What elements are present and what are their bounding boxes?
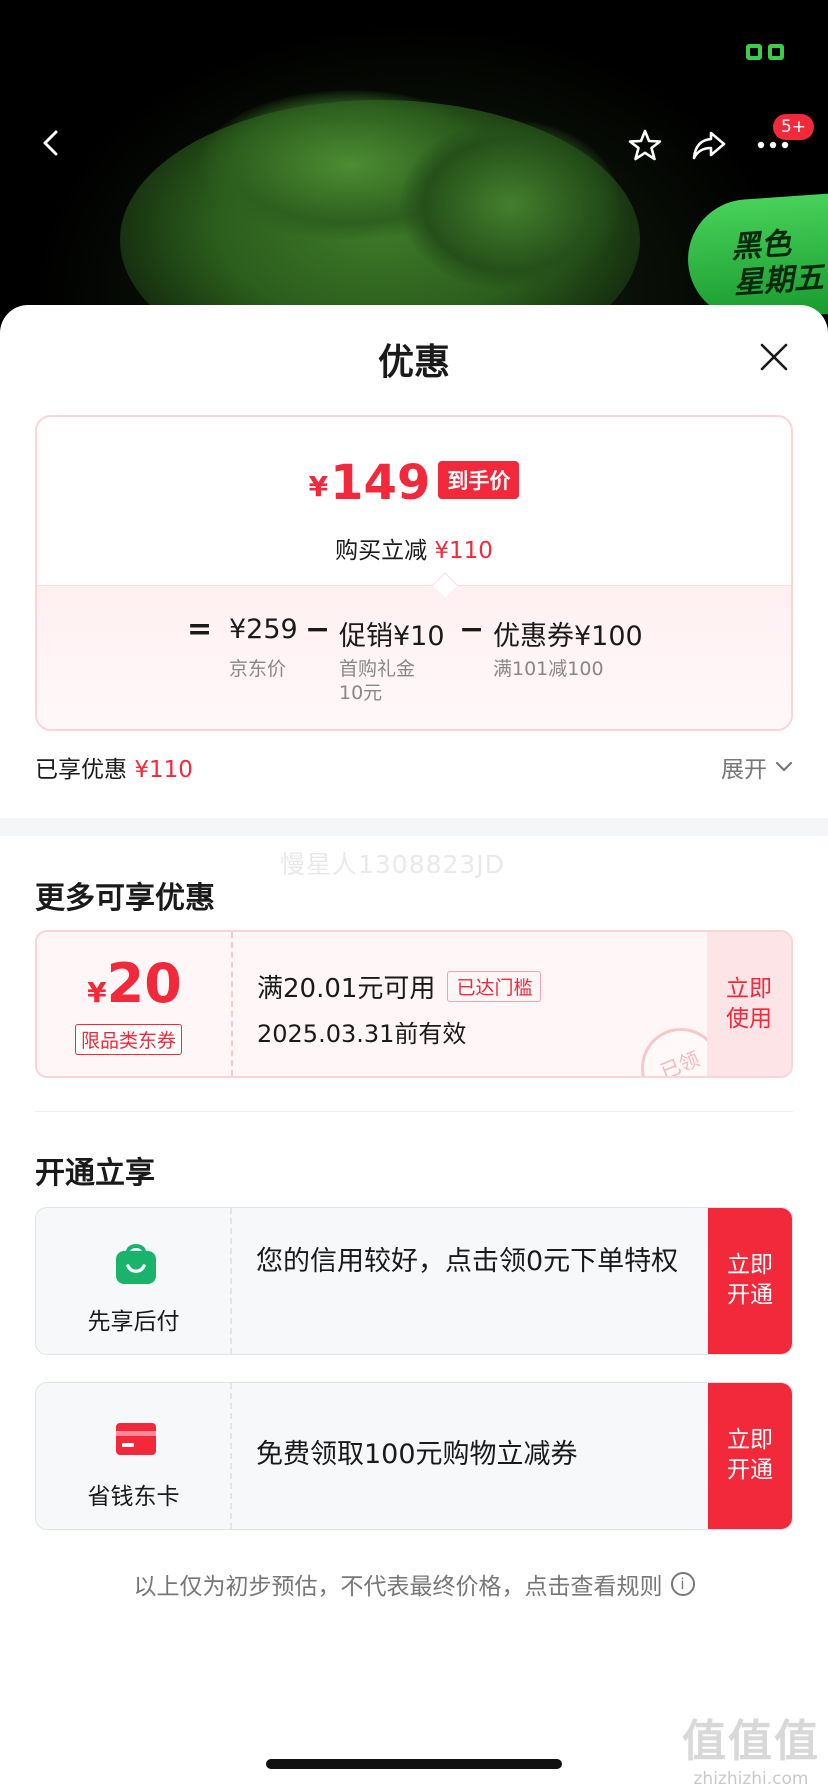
coupon-discount: 优惠券¥100 <box>493 621 643 652</box>
instant-reduction: 购买立减 ¥110 <box>37 531 791 565</box>
price-disclaimer[interactable]: 以上仅为初步预估，不代表最终价格，点击查看规则 i <box>0 1567 828 1601</box>
open-section-title: 开通立享 <box>35 1156 155 1191</box>
pay-later-label: 先享后付 <box>87 1309 180 1335</box>
savings-card-label: 省钱东卡 <box>87 1484 180 1510</box>
bonsai-foliage <box>400 120 620 290</box>
coupon-card: ¥20 限品类东券 满20.01元可用 已达门槛 2025.03.31前有效 已… <box>35 930 793 1078</box>
coupon-value: ¥20 限品类东券 <box>37 932 232 1076</box>
share-button[interactable] <box>690 126 728 164</box>
enjoyed-amount: ¥110 <box>134 757 193 783</box>
currency-symbol: ¥ <box>308 470 329 503</box>
threshold-reached-tag: 已达门槛 <box>447 971 542 1002</box>
enjoyed-label: 已享优惠 <box>35 757 127 783</box>
price-calculation: = ¥259 京东价 − 促销¥10 首购礼金 10元 − 优惠券¥100 满1… <box>37 585 791 729</box>
user-watermark: 慢星人1308823JD <box>280 850 505 879</box>
coupon-separator <box>231 932 233 1076</box>
back-button[interactable] <box>36 128 66 158</box>
reduce-amount: ¥110 <box>434 538 493 564</box>
product-image-area: 5+ 黑色 星期五 <box>0 0 828 330</box>
price-summary: ¥ 149 到手价 购买立减 ¥110 <box>37 417 791 585</box>
button-line1: 立即 <box>727 1427 773 1453</box>
enjoyed-discount: 已享优惠 ¥110 <box>35 750 193 784</box>
site-url: zhizhizhi.com <box>693 1769 809 1789</box>
favorite-button[interactable] <box>626 126 664 164</box>
button-line2: 开通 <box>727 1282 773 1308</box>
section-divider <box>0 818 828 836</box>
final-price: 149 <box>330 455 431 511</box>
coupon-category: 限品类东券 <box>75 1024 183 1055</box>
button-line1: 立即 <box>726 976 772 1002</box>
coupon-validity: 2025.03.31前有效 <box>257 1020 467 1048</box>
enjoyed-discount-row: 已享优惠 ¥110 展开 <box>35 747 793 787</box>
minus-sign: − <box>459 612 485 647</box>
savings-card: 省钱东卡 免费领取100元购物立减券 立即 开通 <box>35 1382 793 1530</box>
expand-label: 展开 <box>721 757 767 783</box>
button-line1: 立即 <box>727 1252 773 1278</box>
card-separator <box>230 1208 232 1354</box>
coupon-condition: 满101减100 <box>493 658 604 680</box>
open-pay-later-button[interactable]: 立即 开通 <box>708 1208 792 1354</box>
price-breakdown-card: ¥ 149 到手价 购买立减 ¥110 = ¥259 京东价 − 促销¥10 首… <box>35 415 793 731</box>
savings-card-label-area: 省钱东卡 <box>36 1383 231 1529</box>
coupon-condition-text: 满20.01元可用 <box>257 974 436 1004</box>
chevron-down-icon <box>775 761 793 772</box>
coupon-amount-value: 20 <box>106 952 182 1015</box>
promo-sub-line1: 首购礼金 <box>339 658 416 680</box>
coupon-condition-row: 满20.01元可用 已达门槛 <box>257 968 542 1005</box>
final-price-tag: 到手价 <box>438 461 520 499</box>
savings-card-text: 免费领取100元购物立减券 <box>256 1439 578 1470</box>
promo-tag-line2: 星期五 <box>732 260 825 302</box>
open-savings-card-button[interactable]: 立即 开通 <box>708 1383 792 1529</box>
sheet-title: 优惠 <box>377 342 450 383</box>
share-icon <box>692 131 726 160</box>
home-indicator[interactable] <box>266 1759 562 1769</box>
site-logo: 值值值 <box>682 1716 820 1767</box>
minus-sign: − <box>305 612 331 647</box>
pay-later-card: 先享后付 您的信用较好，点击领0元下单特权 立即 开通 <box>35 1207 793 1355</box>
close-button[interactable] <box>756 339 792 375</box>
divider <box>35 1111 793 1112</box>
discount-sheet: 优惠 ¥ 149 到手价 购买立减 ¥110 = ¥259 京东价 − 促销¥1… <box>0 305 828 1792</box>
card-separator <box>230 1383 232 1529</box>
coupon-amount: ¥20 <box>37 956 232 1012</box>
promo-sub-line2: 10元 <box>339 682 383 704</box>
pay-later-text: 您的信用较好，点击领0元下单特权 <box>256 1246 679 1277</box>
button-line2: 开通 <box>727 1457 773 1483</box>
reduce-label: 购买立减 <box>335 538 428 564</box>
equals-sign: = <box>187 612 213 647</box>
close-icon <box>760 343 788 371</box>
message-count-badge: 5+ <box>772 114 814 140</box>
bank-card-icon <box>116 1423 156 1455</box>
disclaimer-text: 以上仅为初步预估，不代表最终价格，点击查看规则 <box>133 1574 663 1600</box>
star-icon <box>628 129 662 161</box>
coupon-currency: ¥ <box>87 976 107 1009</box>
jd-price-label: 京东价 <box>229 658 287 680</box>
site-watermark: 值值值 zhizhizhi.com <box>682 1705 820 1789</box>
info-icon: i <box>670 1572 695 1596</box>
button-line2: 使用 <box>726 1006 772 1032</box>
use-coupon-button[interactable]: 立即 使用 <box>707 932 791 1076</box>
jd-price: ¥259 <box>229 614 298 645</box>
expand-button[interactable]: 展开 <box>721 750 793 784</box>
more-dots-icon <box>757 141 789 149</box>
black-friday-tag: 黑色 星期五 <box>684 192 828 324</box>
chevron-left-icon <box>43 130 58 156</box>
more-offers-title: 更多可享优惠 <box>35 881 215 916</box>
pay-later-label-area: 先享后付 <box>36 1208 231 1354</box>
status-indicator-icon <box>746 44 786 62</box>
promo-discount: 促销¥10 <box>339 621 445 652</box>
shopping-bag-icon <box>116 1244 156 1284</box>
